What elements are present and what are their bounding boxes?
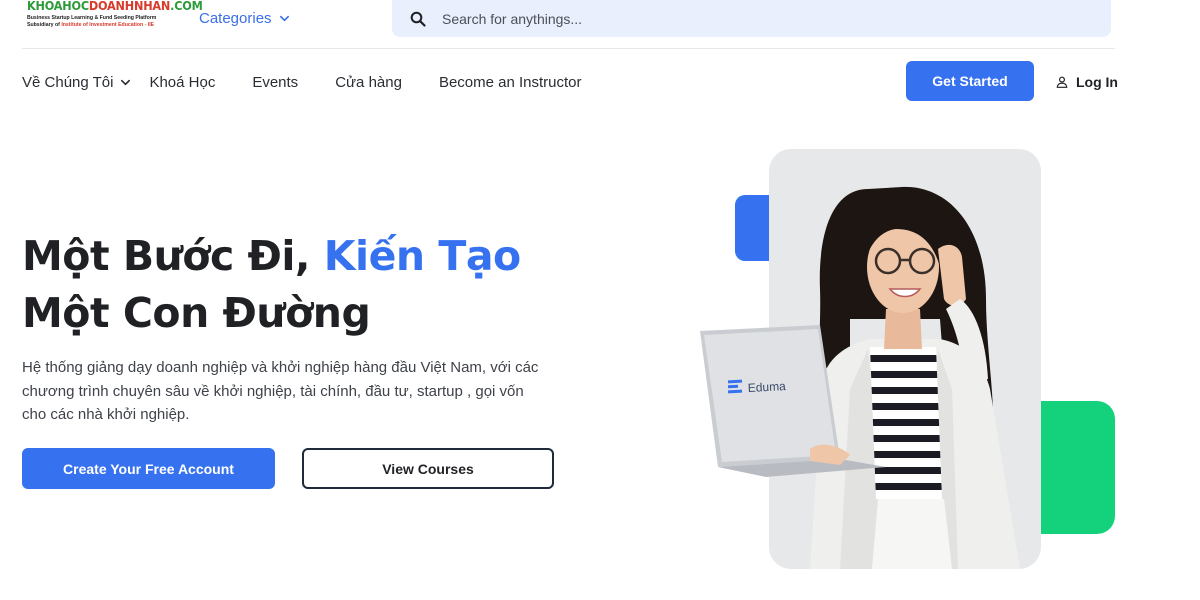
search-icon[interactable]: [410, 11, 426, 27]
hero-title-line2: Một Con Đường: [22, 289, 371, 337]
nav-item-label: Về Chúng Tôi: [22, 73, 114, 91]
chevron-down-icon: [121, 79, 131, 85]
search-bar: [392, 0, 1111, 37]
login-link[interactable]: Log In: [1056, 72, 1118, 92]
main-nav: Về Chúng Tôi Khoá Học Events Cửa hàng Be…: [22, 71, 582, 93]
nav-item-shop[interactable]: Cửa hàng: [335, 74, 402, 91]
hero-title-part1: Một Bước Đi,: [22, 232, 324, 280]
nav-item-events[interactable]: Events: [252, 74, 298, 91]
create-account-button[interactable]: Create Your Free Account: [22, 448, 275, 489]
hero-title-accent: Kiến Tạo: [323, 232, 521, 280]
view-courses-button[interactable]: View Courses: [302, 448, 554, 489]
laptop-brand-label: Eduma: [747, 379, 786, 395]
logo-subsidiary: Subsidiary of Institute of Investment Ed…: [27, 22, 155, 28]
site-logo[interactable]: KHOAHOCDOANHNHAN.COM Business Startup Le…: [27, 0, 203, 38]
hero-person-image: Eduma: [700, 186, 1020, 569]
nav-item-label: Khoá Học: [149, 73, 216, 91]
login-label: Log In: [1076, 74, 1118, 90]
nav-item-become-instructor[interactable]: Become an Instructor: [439, 74, 582, 91]
nav-item-label: Become an Instructor: [438, 73, 582, 91]
nav-item-label: Cửa hàng: [335, 73, 402, 91]
categories-dropdown[interactable]: Categories: [199, 7, 290, 29]
chevron-down-icon: [279, 15, 289, 21]
logo-wordmark: KHOAHOCDOANHNHAN.COM: [27, 0, 203, 13]
nav-item-courses[interactable]: Khoá Học: [149, 74, 215, 91]
hero-title: Một Bước Đi, Kiến Tạo Một Con Đường: [22, 228, 521, 342]
get-started-button[interactable]: Get Started: [906, 61, 1034, 101]
search-input[interactable]: [442, 10, 1042, 27]
hero-description: Hệ thống giảng dạy doanh nghiệp và khởi …: [22, 359, 539, 423]
logo-tagline: Business Startup Learning & Fund Seeding…: [27, 15, 157, 21]
nav-item-about[interactable]: Về Chúng Tôi: [22, 74, 131, 91]
nav-item-label: Events: [252, 73, 299, 91]
user-icon: [1056, 76, 1068, 88]
categories-label: Categories: [199, 9, 272, 27]
header-divider: [22, 48, 1115, 49]
